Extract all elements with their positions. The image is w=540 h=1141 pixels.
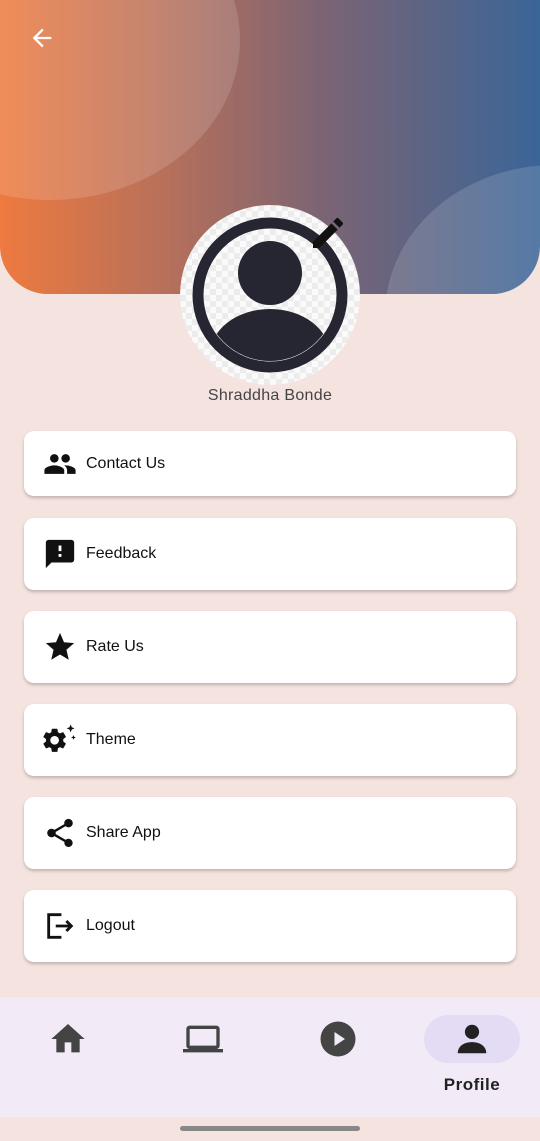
play-icon [320,1021,356,1057]
feedback-icon [43,537,77,571]
nav-icon-container [20,1015,116,1063]
decorative-blob [385,165,540,294]
nav-profile[interactable]: Profile [424,997,520,1117]
gear-sparkle-icon [43,723,77,757]
user-name: Shraddha Bonde [207,387,333,404]
arrow-left-icon [32,28,52,48]
menu-item-contact-us[interactable]: Contact Us [24,431,516,496]
star-icon [43,630,77,664]
menu-item-feedback[interactable]: Feedback [24,518,516,590]
nav-home[interactable] [20,997,116,1117]
menu-item-label: Theme [86,731,136,748]
nav-label: Profile [443,1075,501,1094]
person-icon [457,1024,487,1054]
menu-item-logout[interactable]: Logout [24,890,516,962]
home-icon [51,1024,85,1053]
home-indicator[interactable] [180,1126,360,1131]
menu-item-theme[interactable]: Theme [24,704,516,776]
bottom-navigation: Profile [0,997,540,1117]
menu-item-label: Rate Us [86,638,144,655]
laptop-icon [183,1025,223,1053]
back-button[interactable] [22,18,62,58]
menu-item-share-app[interactable]: Share App [24,797,516,869]
nav-icon-container [290,1015,386,1063]
nav-videos[interactable] [290,997,386,1117]
logout-icon [43,909,77,943]
menu-item-rate-us[interactable]: Rate Us [24,611,516,683]
nav-courses[interactable] [155,997,251,1117]
nav-icon-container [424,1015,520,1063]
people-icon [43,447,77,481]
nav-icon-container [155,1015,251,1063]
share-icon [43,816,77,850]
avatar[interactable] [180,205,360,385]
menu-item-label: Logout [86,917,135,934]
pencil-icon [313,217,344,248]
menu-item-label: Share App [86,824,161,841]
menu-item-label: Contact Us [86,454,166,472]
menu-item-label: Feedback [86,545,157,562]
edit-avatar-button[interactable] [308,213,348,253]
